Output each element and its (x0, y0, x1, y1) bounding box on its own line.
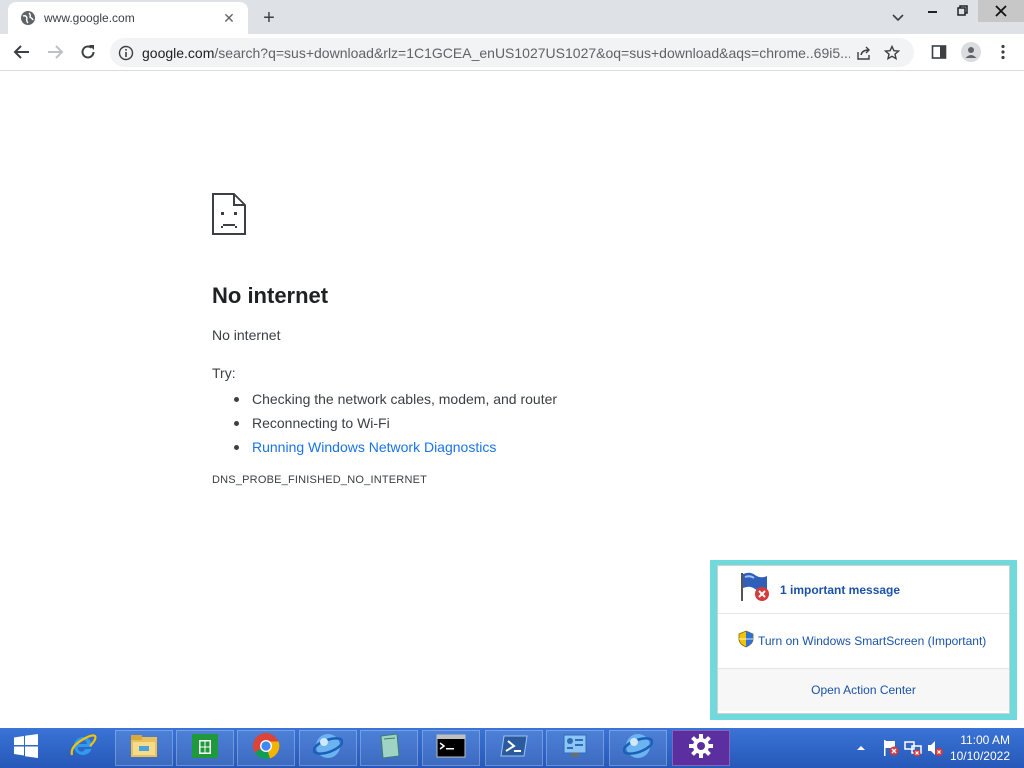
error-title: No internet (212, 283, 329, 308)
important-message-row[interactable]: 1 important message (718, 566, 1009, 614)
volume-muted-icon[interactable] (924, 737, 946, 759)
browser-tab[interactable]: www.google.com ✕ (8, 2, 248, 34)
taskbar-control-panel[interactable] (546, 730, 604, 766)
tab-close-icon[interactable]: ✕ (220, 9, 238, 27)
start-button[interactable] (0, 728, 52, 768)
side-panel-icon[interactable] (924, 38, 954, 66)
powershell-icon (499, 733, 529, 764)
taskbar-chrome[interactable] (237, 730, 295, 766)
taskbar-app-blue-orb[interactable] (299, 730, 357, 766)
restore-icon[interactable] (948, 0, 978, 22)
shield-icon (738, 630, 754, 653)
smartscreen-row[interactable]: Turn on Windows SmartScreen (Important) (718, 614, 1009, 669)
reload-icon[interactable] (74, 38, 102, 66)
taskbar-internet-explorer[interactable] (54, 730, 112, 766)
window-close-icon[interactable] (978, 0, 1024, 22)
error-page: No internet No internet Try: Checking th… (212, 193, 812, 486)
smartscreen-link[interactable]: Turn on Windows SmartScreen (Important) (758, 634, 986, 648)
profile-avatar[interactable] (956, 38, 986, 66)
try-label: Try: (212, 365, 236, 381)
taskbar-clock[interactable]: 11:00 AM 10/10/2022 (950, 732, 1010, 764)
bullet (234, 444, 239, 450)
action-center-flag-icon (738, 571, 772, 608)
tab-strip: www.google.com ✕ + (0, 0, 1024, 34)
suggestion-text: Reconnecting to Wi-Fi (252, 415, 390, 431)
action-center-flag-icon[interactable] (880, 737, 902, 759)
blue-orb-icon (312, 731, 344, 766)
important-message-link[interactable]: 1 important message (780, 583, 900, 597)
blue-orb-icon (622, 731, 654, 766)
address-bar[interactable]: google.com/search?q=sus+download&rlz=1C1… (110, 38, 914, 67)
url-text[interactable]: google.com/search?q=sus+download&rlz=1C1… (142, 45, 850, 61)
url-path: /search?q=sus+download&rlz=1C1GCEA_enUS1… (214, 44, 850, 61)
open-action-center-row[interactable]: Open Action Center (718, 669, 1009, 711)
suggestion-text: Checking the network cables, modem, and … (252, 391, 558, 407)
chrome-icon (252, 732, 280, 765)
menu-kebab-icon[interactable] (988, 38, 1018, 66)
internet-explorer-icon (68, 731, 98, 766)
bullet (234, 420, 239, 426)
minimize-icon[interactable] (918, 0, 948, 22)
windows-logo-icon (13, 733, 39, 763)
info-icon[interactable] (118, 45, 134, 61)
taskbar-app-blue-orb-2[interactable] (609, 730, 667, 766)
taskbar: 11:00 AM 10/10/2022 (0, 728, 1024, 768)
clock-time: 11:00 AM (960, 733, 1010, 747)
suggestion-list: Checking the network cables, modem, and … (212, 387, 812, 459)
show-hidden-icons-caret-up-icon[interactable] (850, 737, 872, 759)
error-subtitle: No internet (212, 327, 281, 343)
store-icon (190, 732, 220, 765)
taskbar-powershell[interactable] (485, 730, 543, 766)
control-panel-icon (560, 732, 590, 765)
clock-date: 10/10/2022 (949, 749, 1010, 763)
gear-icon (688, 733, 714, 764)
url-host: google.com (142, 44, 215, 61)
suggestion-link-text[interactable]: Running Windows Network Diagnostics (252, 435, 496, 459)
network-diagnostics-link[interactable]: Running Windows Network Diagnostics (234, 435, 812, 459)
system-tray (850, 728, 946, 768)
tab-search-chevron-down-icon[interactable] (888, 8, 908, 28)
action-center-panel: 1 important message Turn on Windows Smar… (717, 565, 1010, 714)
browser-toolbar: google.com/search?q=sus+download&rlz=1C1… (0, 34, 1024, 71)
suggestion-item: Reconnecting to Wi-Fi (234, 411, 812, 435)
taskbar-file-explorer[interactable] (115, 730, 173, 766)
folder-icon (129, 733, 159, 764)
person-icon (961, 42, 981, 62)
back-arrow-icon[interactable] (8, 38, 36, 66)
share-icon[interactable] (850, 41, 878, 65)
taskbar-app-tablet[interactable] (360, 730, 418, 766)
error-code: DNS_PROBE_FINISHED_NO_INTERNET (212, 474, 428, 486)
forward-arrow-icon[interactable] (41, 38, 69, 66)
globe-icon (20, 10, 36, 26)
taskbar-command-prompt[interactable] (422, 730, 480, 766)
command-prompt-icon (436, 734, 466, 763)
tablet-icon (375, 732, 403, 765)
open-action-center-link[interactable]: Open Action Center (811, 683, 916, 697)
suggestion-item: Checking the network cables, modem, and … (234, 387, 812, 411)
action-center-popup: 1 important message Turn on Windows Smar… (710, 560, 1017, 720)
tab-title: www.google.com (44, 11, 135, 25)
taskbar-settings[interactable] (672, 730, 730, 766)
bullet (234, 396, 239, 402)
new-tab-button[interactable]: + (258, 7, 280, 29)
taskbar-store[interactable] (176, 730, 234, 766)
sad-document-icon (212, 193, 246, 235)
bookmark-star-icon[interactable] (878, 41, 906, 65)
network-icon[interactable] (902, 737, 924, 759)
